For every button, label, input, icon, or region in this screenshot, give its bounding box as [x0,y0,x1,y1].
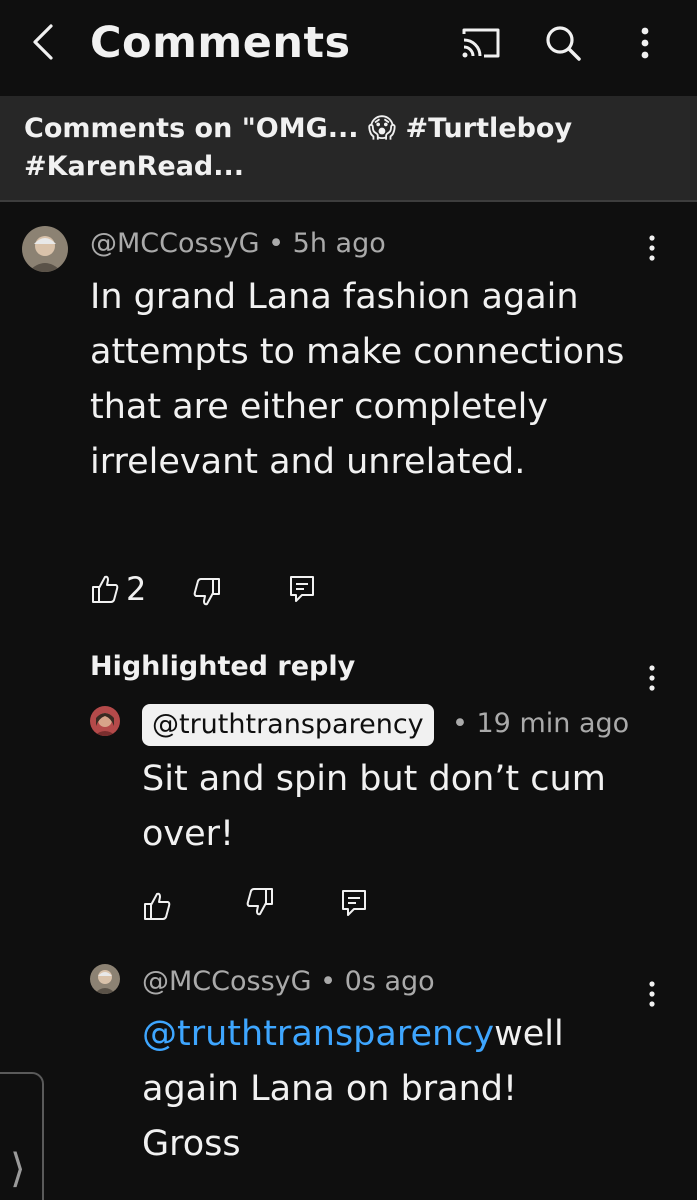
more-options-button[interactable] [630,22,660,64]
reply-options-button[interactable] [640,978,664,1012]
user-avatar-icon [90,706,120,736]
highlighted-reply-label: Highlighted reply [90,651,356,682]
top-bar: Comments [0,0,697,96]
reply-icon [342,890,366,916]
back-button[interactable] [24,20,64,64]
comment-text: In grand Lana fashion again attempts to … [90,277,625,482]
more-vertical-icon [641,27,649,59]
meta-separator: • [320,966,345,997]
reply-text: @truthtransparencywell again Lana on bra… [142,1007,612,1172]
avatar[interactable] [90,706,120,736]
chevron-right-icon: ⟩ [10,1146,26,1192]
search-button[interactable] [542,22,584,64]
avatar[interactable] [22,226,68,272]
back-arrow-icon [33,24,53,60]
more-vertical-icon [649,235,655,261]
meta-separator: • [268,228,293,259]
highlighted-options-button[interactable] [640,662,664,696]
thumbs-down-icon [246,888,273,916]
like-button[interactable]: 2 [90,570,146,608]
page-title: Comments [90,18,351,68]
comment-meta: @MCCossyG • 5h ago [90,228,386,259]
user-avatar-icon [90,964,120,994]
cast-button[interactable] [460,26,502,60]
reply-age: 0s ago [344,966,435,997]
highlighted-age: • 19 min ago [452,708,630,739]
mention-link[interactable]: @truthtransparency [142,1014,494,1054]
more-vertical-icon [649,665,655,691]
edge-panel-handle[interactable]: ⟩ [0,1072,44,1200]
video-context-text: Comments on "OMG... 😱 #Turtleboy #KarenR… [24,113,573,182]
comment-age: 5h ago [292,228,386,259]
reply-author[interactable]: @MCCossyG [142,966,312,997]
video-context-bar: Comments on "OMG... 😱 #Turtleboy #KarenR… [0,96,697,202]
more-vertical-icon [649,981,655,1007]
reply-meta: @MCCossyG • 0s ago [142,966,435,997]
like-count: 2 [126,570,147,608]
dislike-button[interactable] [192,576,222,608]
comment-author[interactable]: @MCCossyG [90,228,260,259]
like-button[interactable] [142,890,172,922]
avatar[interactable] [90,964,120,994]
highlighted-author-chip[interactable]: @truthtransparency [142,704,434,746]
cast-icon [462,28,500,58]
reply-button[interactable] [288,574,316,604]
search-icon [546,26,581,61]
thumbs-up-icon [144,892,171,920]
highlighted-reply-text: Sit and spin but don’t cum over! [142,759,606,854]
reply-button[interactable] [340,888,368,918]
user-avatar-icon [22,226,68,272]
reply-icon [290,576,314,602]
thumbs-up-icon [92,575,119,603]
comment-options-button[interactable] [640,232,664,266]
dislike-button[interactable] [245,886,275,918]
thumbs-down-icon [193,578,220,606]
